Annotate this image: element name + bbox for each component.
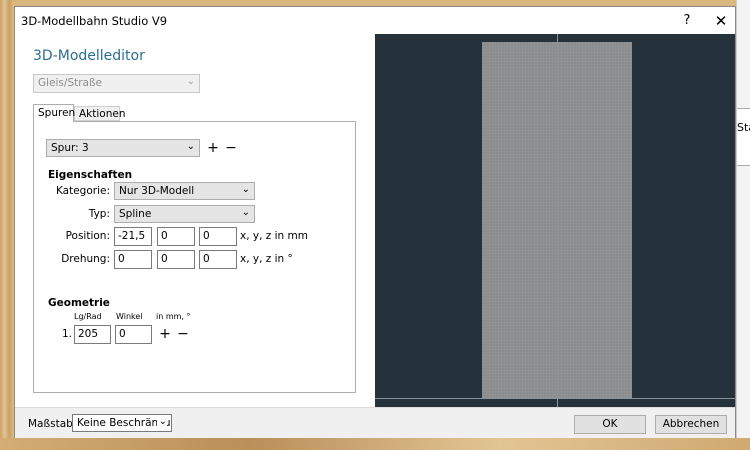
track-select[interactable]: Spur: 3 ⌄ [46, 139, 200, 157]
preview-axis-vertical [557, 34, 558, 407]
add-track-button[interactable]: + [206, 141, 220, 155]
position-x-field[interactable]: -21,5 [114, 227, 152, 246]
background-wood-left [0, 0, 14, 450]
close-button[interactable]: ✕ [709, 10, 733, 32]
rotation-x-field[interactable]: 0 [114, 250, 152, 269]
window-title: 3D-Modellbahn Studio V9 [21, 14, 168, 28]
title-bar: 3D-Modellbahn Studio V9 ? ✕ [15, 7, 735, 35]
chevron-down-icon: ⌄ [186, 141, 195, 152]
background-partial-text: Sta [737, 108, 750, 166]
rotation-label: Drehung: [61, 253, 110, 265]
category-label: Kategorie: [55, 185, 110, 197]
geometry-length-field[interactable]: 205 [74, 325, 111, 344]
chevron-down-icon: ⌄ [156, 416, 167, 427]
scale-label: Maßstab: [28, 418, 77, 430]
background-app-right: Sta [736, 0, 750, 450]
remove-track-button[interactable]: − [224, 141, 238, 155]
chevron-down-icon: ⌄ [186, 76, 195, 87]
background-wood-bottom [0, 438, 750, 450]
rotation-y-field[interactable]: 0 [157, 250, 195, 269]
geometry-heading: Geometrie [48, 297, 110, 309]
rotation-unit: x, y, z in ° [240, 253, 293, 265]
preview-axis-horizontal [375, 398, 735, 399]
category-value: Nur 3D-Modell [119, 185, 195, 197]
3d-preview-viewport[interactable] [375, 34, 735, 407]
help-button[interactable]: ? [675, 10, 699, 32]
tracks-tab-panel: Spur: 3 ⌄ + − Eigenschaften Kategorie: N… [33, 121, 356, 393]
object-type-value: Gleis/Straße [38, 77, 103, 89]
ok-button[interactable]: OK [574, 415, 646, 434]
editor-pane: 3D-Modelleditor Gleis/Straße ⌄ Spuren Ak… [15, 35, 375, 406]
type-label: Typ: [88, 208, 110, 220]
geometry-angle-field[interactable]: 0 [115, 325, 152, 344]
cancel-button[interactable]: Abbrechen [655, 415, 727, 434]
position-z-field[interactable]: 0 [199, 227, 237, 246]
geometry-col-angle: Winkel [116, 312, 143, 321]
geometry-col-length: Lg/Rad [74, 312, 102, 321]
dialog-footer: Maßstab: Keine Beschränkung ⌄ OK Abbrech… [15, 407, 735, 438]
type-select[interactable]: Spline ⌄ [114, 205, 255, 223]
properties-heading: Eigenschaften [48, 169, 133, 181]
rotation-z-field[interactable]: 0 [199, 250, 237, 269]
tab-aktionen[interactable]: Aktionen [74, 106, 126, 121]
scale-select[interactable]: Keine Beschränkung ⌄ [72, 414, 172, 432]
object-type-select: Gleis/Straße ⌄ [33, 74, 200, 93]
editor-heading: 3D-Modelleditor [33, 48, 145, 64]
chevron-down-icon: ⌄ [241, 207, 250, 218]
track-select-value: Spur: 3 [51, 142, 89, 154]
model-editor-dialog: 3D-Modellbahn Studio V9 ? ✕ 3D-Modelledi… [14, 6, 736, 438]
category-select[interactable]: Nur 3D-Modell ⌄ [114, 182, 255, 200]
add-segment-button[interactable]: + [158, 327, 172, 341]
position-y-field[interactable]: 0 [157, 227, 195, 246]
tab-spuren[interactable]: Spuren [33, 104, 75, 122]
chevron-down-icon: ⌄ [241, 184, 250, 195]
type-value: Spline [119, 208, 152, 220]
geometry-col-unit: in mm, ° [156, 312, 191, 321]
geometry-row-index: 1. [62, 328, 73, 340]
position-label: Position: [65, 230, 110, 242]
position-unit: x, y, z in mm [240, 230, 308, 242]
remove-segment-button[interactable]: − [176, 327, 190, 341]
